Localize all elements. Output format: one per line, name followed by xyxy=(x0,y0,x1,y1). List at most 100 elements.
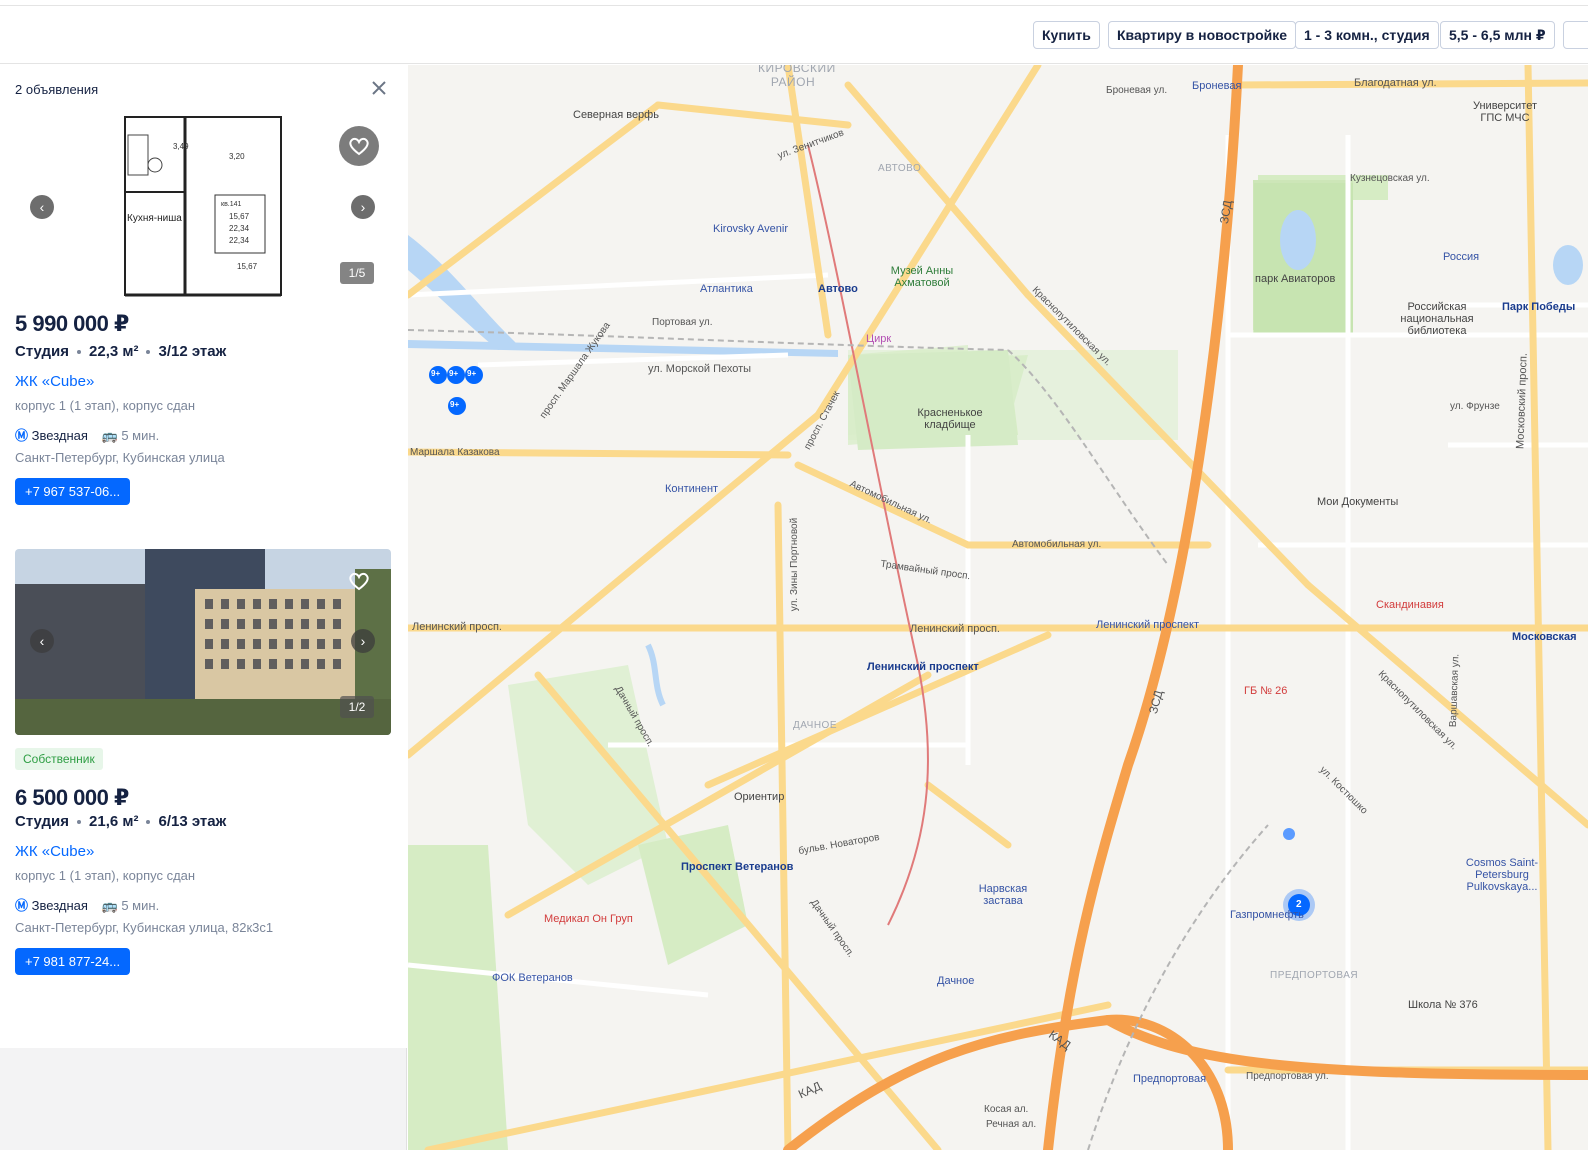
listing-floor: 3/12 этаж xyxy=(158,343,227,360)
poi-label[interactable]: Континент xyxy=(665,483,718,495)
metro-station-label[interactable]: Ленинский проспект xyxy=(867,661,979,673)
street-label: ул. Фрунзе xyxy=(1450,401,1500,412)
building-status: корпус 1 (1 этап), корпус сдан xyxy=(15,868,196,883)
metro-station-label[interactable]: Проспект Ветеранов xyxy=(681,861,793,873)
street-label: ул. Морской Пехоты xyxy=(648,363,752,375)
close-icon[interactable] xyxy=(368,77,390,99)
street-label: Кузнецовская ул. xyxy=(1350,173,1430,184)
street-label: Предпортовая ул. xyxy=(1246,1071,1329,1082)
owner-badge: Собственник xyxy=(15,748,103,770)
listing-card[interactable]: ‹ › 1/2 Собственник 6 500 000 ₽ Студия 21… xyxy=(15,549,391,979)
poi-label[interactable]: Нарвская застава xyxy=(976,883,1030,907)
street-label: Ленинский просп. xyxy=(910,623,1000,635)
listing-price: 6 500 000 ₽ xyxy=(15,785,129,810)
poi-label[interactable]: Ориентир xyxy=(734,791,784,803)
metro-station-label[interactable]: Автово xyxy=(818,283,858,295)
district-label: АВТОВО xyxy=(878,163,922,174)
complex-link[interactable]: ЖК «Cube» xyxy=(15,843,94,860)
poi-label[interactable]: Медикал Он Груп xyxy=(544,913,633,925)
listing-address: Санкт-Петербург, Кубинская улица xyxy=(15,450,225,465)
street-label: Речная ал. xyxy=(986,1119,1037,1130)
svg-text:22,34: 22,34 xyxy=(229,236,250,245)
photo-counter: 1/5 xyxy=(340,262,374,284)
complex-link[interactable]: ЖК «Cube» xyxy=(15,373,94,390)
metro-time: 5 мин. xyxy=(121,898,160,913)
listing-address: Санкт-Петербург, Кубинская улица, 82к3с1 xyxy=(15,920,274,935)
street-label: ул. Зины Портновой xyxy=(789,517,801,612)
metro-icon: Ⓜ xyxy=(15,428,29,443)
poi-label[interactable]: Северная верфь xyxy=(573,109,659,121)
poi-label[interactable]: Университет ГПС МЧС xyxy=(1468,100,1542,124)
heart-icon xyxy=(349,137,369,156)
svg-text:15,67: 15,67 xyxy=(237,262,258,271)
poi-label[interactable]: ГБ № 26 xyxy=(1244,685,1287,697)
rail-station-label[interactable]: Предпортовая xyxy=(1133,1073,1206,1085)
price-filter-button[interactable]: 5,5 - 6,5 млн ₽ xyxy=(1440,21,1555,49)
map-cluster-label[interactable]: 9+ xyxy=(450,400,459,409)
street-label: Косая ал. xyxy=(984,1104,1029,1115)
metro-info: Ⓜ Звездная 🚌 5 мин. xyxy=(15,425,159,444)
metro-station: Звездная xyxy=(31,428,88,443)
favorite-button[interactable] xyxy=(347,569,371,598)
poi-label[interactable]: Атлантика xyxy=(700,283,753,295)
listing-gallery[interactable]: 3,49 3,20 Кухня-ниша кв.141 15,67 22,34 … xyxy=(15,115,391,301)
street-label: Портовая ул. xyxy=(652,317,713,328)
svg-text:3,20: 3,20 xyxy=(229,152,245,161)
metro-station-label[interactable]: Парк Победы xyxy=(1502,301,1575,313)
poi-label[interactable]: Скандинавия xyxy=(1376,599,1444,611)
next-photo-button[interactable]: › xyxy=(351,629,375,653)
poi-label[interactable]: Красненькое кладбище xyxy=(913,407,987,431)
poi-label[interactable]: ФОК Ветеранов xyxy=(492,972,573,984)
poi-label[interactable]: Школа № 376 xyxy=(1408,999,1478,1011)
phone-button[interactable]: +7 981 877-24... xyxy=(15,948,131,975)
poi-label[interactable]: Цирк xyxy=(866,333,891,345)
street-label: Маршала Казакова xyxy=(410,447,500,458)
prev-photo-button[interactable]: ‹ xyxy=(30,195,54,219)
poi-label[interactable]: Музей Анны Ахматовой xyxy=(882,265,962,289)
district-label: ПРЕДПОРТОВАЯ xyxy=(1270,970,1359,981)
metro-station: Звездная xyxy=(31,898,88,913)
building-photo xyxy=(15,549,391,735)
metro-station-label[interactable]: Броневая xyxy=(1192,80,1241,92)
prev-photo-button[interactable]: ‹ xyxy=(30,629,54,653)
listing-area: 22,3 м² xyxy=(89,343,139,360)
map-cluster-label[interactable]: 9+ xyxy=(431,369,440,378)
metro-icon: Ⓜ xyxy=(15,898,29,913)
bus-icon: 🚌 xyxy=(101,428,118,443)
listing-type: Студия xyxy=(15,813,70,830)
street-label: Благодатная ул. xyxy=(1354,77,1437,89)
listing-gallery[interactable]: ‹ › 1/2 xyxy=(15,549,391,735)
map-cluster-label[interactable]: 9+ xyxy=(449,369,458,378)
rooms-filter-button[interactable]: 1 - 3 комн., студия xyxy=(1295,21,1439,49)
map-view[interactable]: 9+ 9+ 9+ 9+ 2 КИРОВСКИЙ РАЙОН АВТОВО ДАЧ… xyxy=(408,65,1588,1150)
poi-label[interactable]: парк Авиаторов xyxy=(1255,273,1335,285)
listing-floor: 6/13 этаж xyxy=(158,813,227,830)
poi-label[interactable]: Россия xyxy=(1443,251,1479,263)
poi-label[interactable]: Российская национальная библиотека xyxy=(1398,301,1476,337)
next-photo-button[interactable]: › xyxy=(351,195,375,219)
results-list: 2 объявления 3,49 3,20 Кухня-ниша кв.141… xyxy=(0,65,407,1048)
metro-time: 5 мин. xyxy=(121,428,160,443)
poi-label[interactable]: Мои Документы xyxy=(1317,496,1398,508)
heart-icon xyxy=(349,572,369,591)
metro-station-label[interactable]: Московская xyxy=(1512,631,1577,643)
deal-type-button[interactable]: Купить xyxy=(1033,21,1100,49)
listing-card[interactable]: 3,49 3,20 Кухня-ниша кв.141 15,67 22,34 … xyxy=(15,115,391,515)
phone-button[interactable]: +7 967 537-06... xyxy=(15,478,131,505)
listing-params: Студия 21,6 м² 6/13 этаж xyxy=(15,813,226,830)
more-filters-button[interactable] xyxy=(1563,21,1588,49)
metro-info: Ⓜ Звездная 🚌 5 мин. xyxy=(15,895,159,914)
object-type-button[interactable]: Квартиру в новостройке xyxy=(1108,21,1297,49)
rail-station-label[interactable]: Дачное xyxy=(937,975,974,987)
photo-counter: 1/2 xyxy=(340,696,374,718)
favorite-button[interactable] xyxy=(339,126,379,166)
results-count: 2 объявления xyxy=(15,82,99,97)
filter-bar: Купить Квартиру в новостройке 1 - 3 комн… xyxy=(0,6,1588,64)
poi-label[interactable]: Kirovsky Avenir xyxy=(713,223,788,235)
poi-label[interactable]: Газпромнефть xyxy=(1230,909,1304,921)
listing-price: 5 990 000 ₽ xyxy=(15,311,129,336)
rail-station-label[interactable]: Ленинский проспект xyxy=(1096,619,1199,631)
map-cluster-label[interactable]: 9+ xyxy=(467,369,476,378)
svg-text:15,67: 15,67 xyxy=(229,212,250,221)
poi-label[interactable]: Cosmos Saint-Petersburg Pulkovskaya... xyxy=(1460,857,1544,893)
